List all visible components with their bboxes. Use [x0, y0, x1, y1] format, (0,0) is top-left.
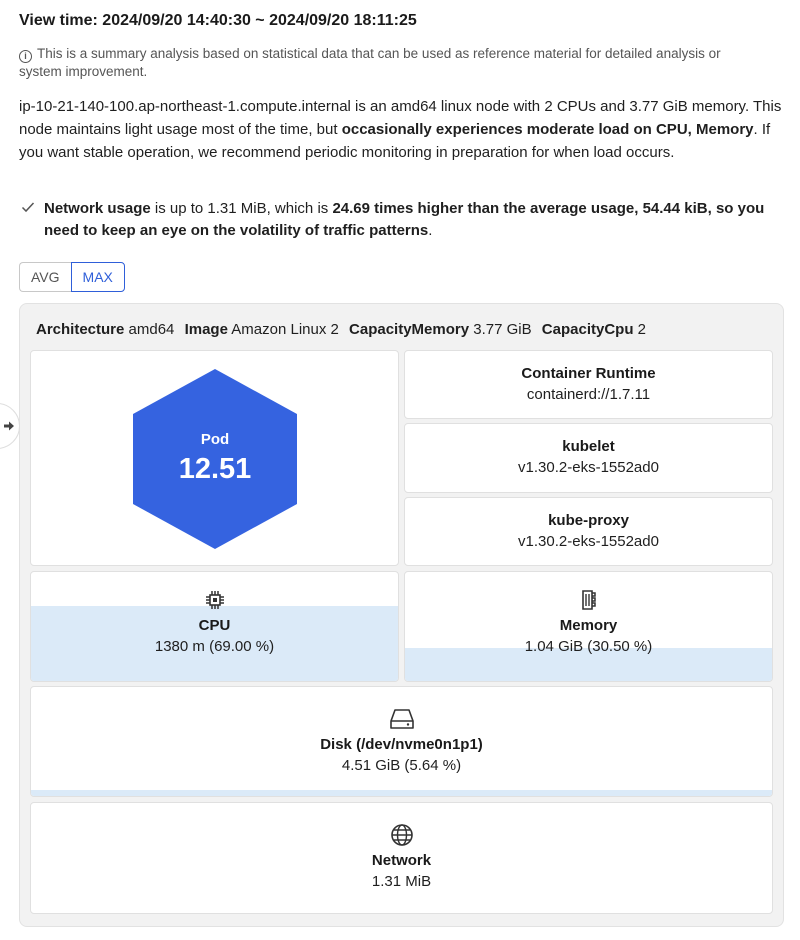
disk-value: 4.51 GiB (5.64 %) — [341, 757, 462, 774]
check-icon — [21, 202, 35, 213]
attr-image: Image Amazon Linux 2 — [184, 321, 339, 338]
node-detail-panel: Architecture amd64 Image Amazon Linux 2 … — [19, 303, 784, 927]
container-runtime-label: Container Runtime — [521, 365, 656, 382]
attr-architecture: Architecture amd64 — [36, 321, 175, 338]
sidebar-expand-button[interactable] — [0, 403, 20, 449]
attr-capacity-cpu: CapacityCpu 2 — [541, 321, 646, 338]
info-icon: i — [19, 50, 32, 63]
max-button[interactable]: MAX — [70, 262, 125, 292]
memory-label: Memory — [559, 617, 618, 634]
network-card[interactable]: Network 1.31 MiB — [30, 802, 773, 914]
network-value: 1.31 MiB — [371, 873, 432, 890]
kube-proxy-value: v1.30.2-eks-1552ad0 — [518, 533, 659, 550]
container-runtime-value: containerd://1.7.11 — [526, 386, 651, 403]
insight-end: . — [428, 222, 433, 239]
globe-icon — [390, 824, 413, 846]
container-runtime-card: Container Runtime containerd://1.7.11 — [404, 350, 773, 419]
kubelet-label: kubelet — [562, 438, 615, 455]
insight-metric: Network usage — [44, 200, 151, 217]
network-label: Network — [371, 852, 432, 869]
pod-count: 12.51 — [178, 453, 252, 485]
aggregation-toggle: AVG MAX — [19, 262, 125, 292]
disk-icon — [389, 709, 414, 729]
avg-button[interactable]: AVG — [19, 262, 71, 292]
cpu-icon — [205, 591, 224, 609]
kubelet-value: v1.30.2-eks-1552ad0 — [518, 459, 659, 476]
cpu-label: CPU — [198, 617, 231, 634]
kubelet-card: kubelet v1.30.2-eks-1552ad0 — [404, 423, 773, 493]
network-insight: Network usage is up to 1.31 MiB, which i… — [19, 198, 784, 242]
kube-proxy-label: kube-proxy — [548, 512, 629, 529]
kube-proxy-card: kube-proxy v1.30.2-eks-1552ad0 — [404, 497, 773, 566]
cpu-card[interactable]: CPU 1380 m (69.00 %) — [30, 571, 399, 682]
disk-usage-fill — [31, 789, 772, 796]
attr-capacity-memory: CapacityMemory 3.77 GiB — [349, 321, 532, 338]
pod-label: Pod — [200, 431, 230, 448]
insight-text: is up to 1.31 MiB, which is — [150, 200, 333, 217]
arrow-right-icon — [4, 421, 14, 431]
pod-card[interactable]: Pod 12.51 — [30, 350, 399, 566]
view-time-title: View time: 2024/09/20 14:40:30 ~ 2024/09… — [19, 12, 417, 29]
memory-icon — [581, 590, 596, 610]
memory-value: 1.04 GiB (30.50 %) — [524, 638, 653, 655]
memory-card[interactable]: Memory 1.04 GiB (30.50 %) — [404, 571, 773, 682]
cpu-value: 1380 m (69.00 %) — [154, 638, 275, 655]
disk-card[interactable]: Disk (/dev/nvme0n1p1) 4.51 GiB (5.64 %) — [30, 686, 773, 797]
disk-label: Disk (/dev/nvme0n1p1) — [320, 736, 483, 753]
summary-highlight: occasionally experiences moderate load o… — [341, 121, 754, 138]
info-note: i This is a summary analysis based on sta… — [19, 45, 759, 81]
node-attributes: Architecture amd64 Image Amazon Linux 2 … — [36, 321, 652, 338]
info-text: This is a summary analysis based on stat… — [19, 46, 721, 79]
node-summary: ip-10-21-140-100.ap-northeast-1.compute.… — [19, 95, 784, 164]
